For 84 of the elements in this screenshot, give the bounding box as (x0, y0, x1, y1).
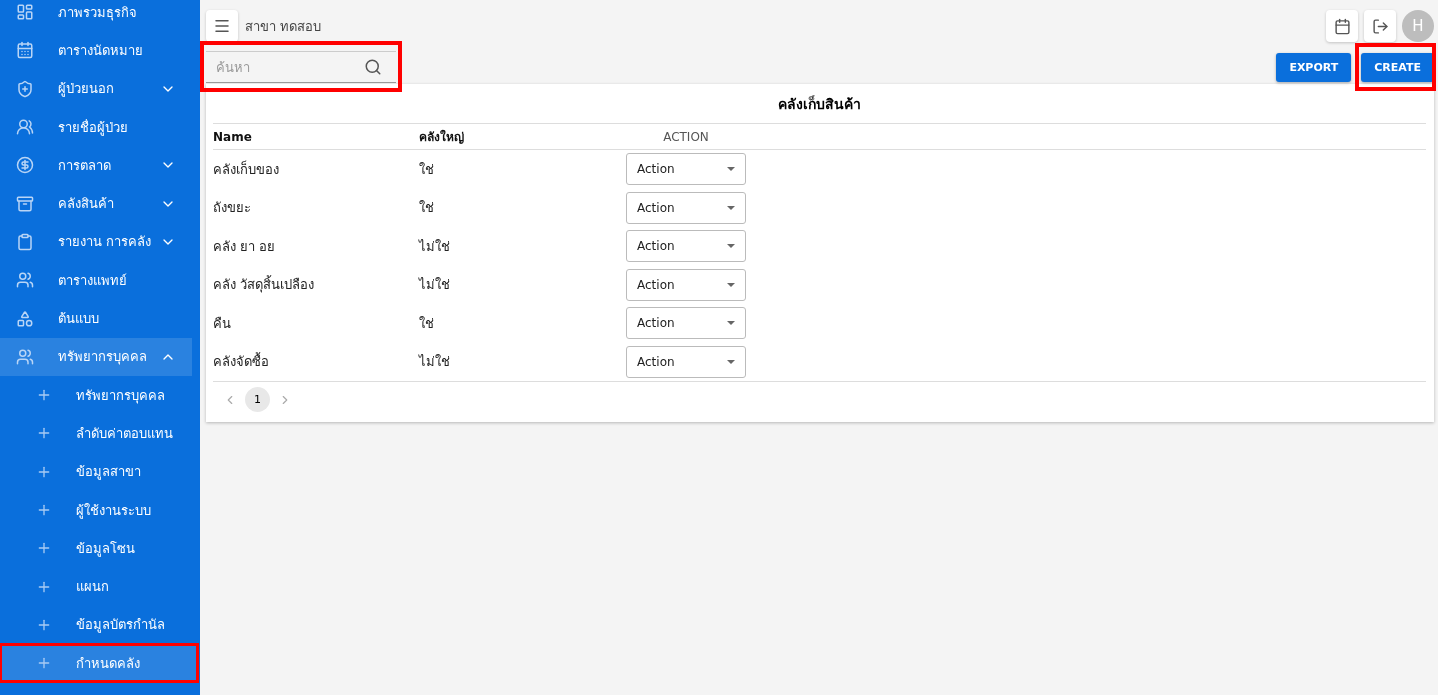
submenu-item[interactable]: ข้อมูลบัตรกำนัล (0, 605, 192, 645)
sidebar-item[interactable]: ตารางแพทย์ (0, 261, 192, 300)
sidebar-label: รายชื่อผู้ป่วย (58, 118, 129, 138)
sidebar-item[interactable]: ตารางนัดหมาย (0, 31, 192, 70)
sidebar-label: ต้นแบบ (58, 310, 100, 328)
search-icon (364, 58, 382, 76)
sidebar-item[interactable]: คลังสินค้า (0, 184, 192, 223)
sidebar-item[interactable]: ภาพรวมธุรกิจ (0, 0, 192, 32)
sidebar-label: ผู้ป่วยนอก (58, 80, 115, 99)
sidebar-label: การตลาด (58, 156, 112, 175)
submenu-label: ลำดับค่าตอบแทน (76, 424, 174, 443)
action-dropdown[interactable]: Action (626, 191, 746, 224)
submenu-label: ข้อมูลบัตรกำนัล (76, 616, 166, 635)
column-header: ACTION (662, 129, 710, 144)
people-icon (16, 271, 36, 290)
submenu-label: ข้อมูลสาขา (76, 463, 142, 482)
table-cell-text: คลัง ยา อย (213, 237, 277, 256)
table-cell-text: ไม่ใช่ (419, 237, 451, 256)
action-button[interactable]: EXPORT (1276, 52, 1352, 82)
table-cell-text: คลัง วัสดุสิ้นเปลือง (213, 274, 316, 295)
submenu-item[interactable]: กำหนดคลัง (0, 644, 198, 683)
sidebar-label: ตารางแพทย์ (58, 271, 128, 290)
submenu-label: ข้อมูลโซน (76, 539, 136, 559)
menu-icon (213, 17, 231, 35)
logout-button[interactable] (1364, 10, 1396, 42)
logout-icon (1371, 17, 1389, 35)
submenu-item[interactable]: ข้อมูลสาขา (0, 452, 192, 491)
sidebar-label: คลังสินค้า (58, 195, 115, 214)
caret-icon (727, 282, 735, 287)
people-icon (16, 118, 36, 137)
calendar-icon (1333, 17, 1351, 35)
table-cell-text: คลังจัดซื้อ (213, 351, 270, 372)
column-header: คลังใหญ่ (419, 128, 465, 146)
caret-icon (727, 205, 735, 210)
submenu-label: กำหนดคลัง (76, 654, 141, 673)
branch-name: สาขา ทดสอบ (245, 17, 323, 36)
action-dropdown[interactable]: Action (626, 345, 746, 378)
sidebar-label: ตารางนัดหมาย (58, 41, 144, 60)
calendar-button[interactable] (1326, 10, 1358, 42)
search-field[interactable]: ค้นหา (206, 51, 396, 83)
submenu-label: ผู้ใช้งานระบบ (76, 501, 152, 521)
column-header: Name (213, 129, 253, 144)
sidebar-label: รายงาน การคลัง (58, 233, 153, 252)
caret-icon (727, 359, 735, 364)
table-cell-text: ถังขยะ (213, 199, 252, 218)
calendar-icon (16, 41, 36, 60)
caret-icon (727, 167, 735, 172)
table-cell-text: ใช่ (419, 199, 435, 218)
table-cell-text: ไม่ใช่ (419, 353, 451, 372)
table-cell-text: คืน (213, 314, 232, 333)
submenu-item[interactable]: ทรัพยากรบุคคล (0, 375, 192, 415)
sidebar-item[interactable]: การตลาด (0, 146, 192, 185)
table-title: คลังเก็บสินค้า (213, 84, 1426, 124)
action-button[interactable]: CREATE (1361, 52, 1434, 82)
table-cell-text: ใช่ (419, 314, 435, 333)
caret-icon (727, 244, 735, 249)
submenu-label: แผนก (76, 578, 110, 597)
sidebar-item[interactable]: ทรัพยากรบุคคล (0, 337, 192, 376)
submenu-label: ทรัพยากรบุคคล (76, 386, 166, 406)
menu-button[interactable] (206, 10, 238, 42)
submenu-item[interactable]: ข้อมูลโซน (0, 529, 192, 568)
submenu-item[interactable]: แผนก (0, 567, 192, 606)
action-dropdown[interactable]: Action (626, 153, 746, 186)
dashboard-icon (16, 3, 36, 22)
sidebar-item[interactable]: รายชื่อผู้ป่วย (0, 107, 192, 147)
dollar-icon (16, 156, 36, 175)
page-button[interactable]: 1 (245, 387, 270, 412)
sidebar-item[interactable]: ผู้ป่วยนอก (0, 69, 192, 108)
submenu-item[interactable]: ผู้ใช้งานระบบ (0, 490, 192, 530)
archive-icon (16, 194, 36, 213)
submenu-item[interactable]: ลำดับค่าตอบแทน (0, 414, 192, 453)
caret-icon (727, 321, 735, 326)
sidebar-label: ภาพรวมธุรกิจ (58, 3, 138, 23)
action-dropdown[interactable]: Action (626, 307, 746, 340)
plus-icon (36, 502, 52, 518)
table-cell-text: ใช่ (419, 160, 435, 179)
sidebar-label: ทรัพยากรบุคคล (58, 348, 148, 367)
people-icon (16, 347, 36, 366)
sidebar-item[interactable]: รายงาน การคลัง (0, 222, 192, 262)
action-dropdown[interactable]: Action (626, 268, 746, 301)
action-dropdown[interactable]: Action (626, 230, 746, 263)
sidebar-item[interactable]: ต้นแบบ (0, 299, 192, 338)
table-cell-text: คลังเก็บของ (213, 159, 280, 179)
table-cell-text: ไม่ใช่ (419, 276, 451, 295)
